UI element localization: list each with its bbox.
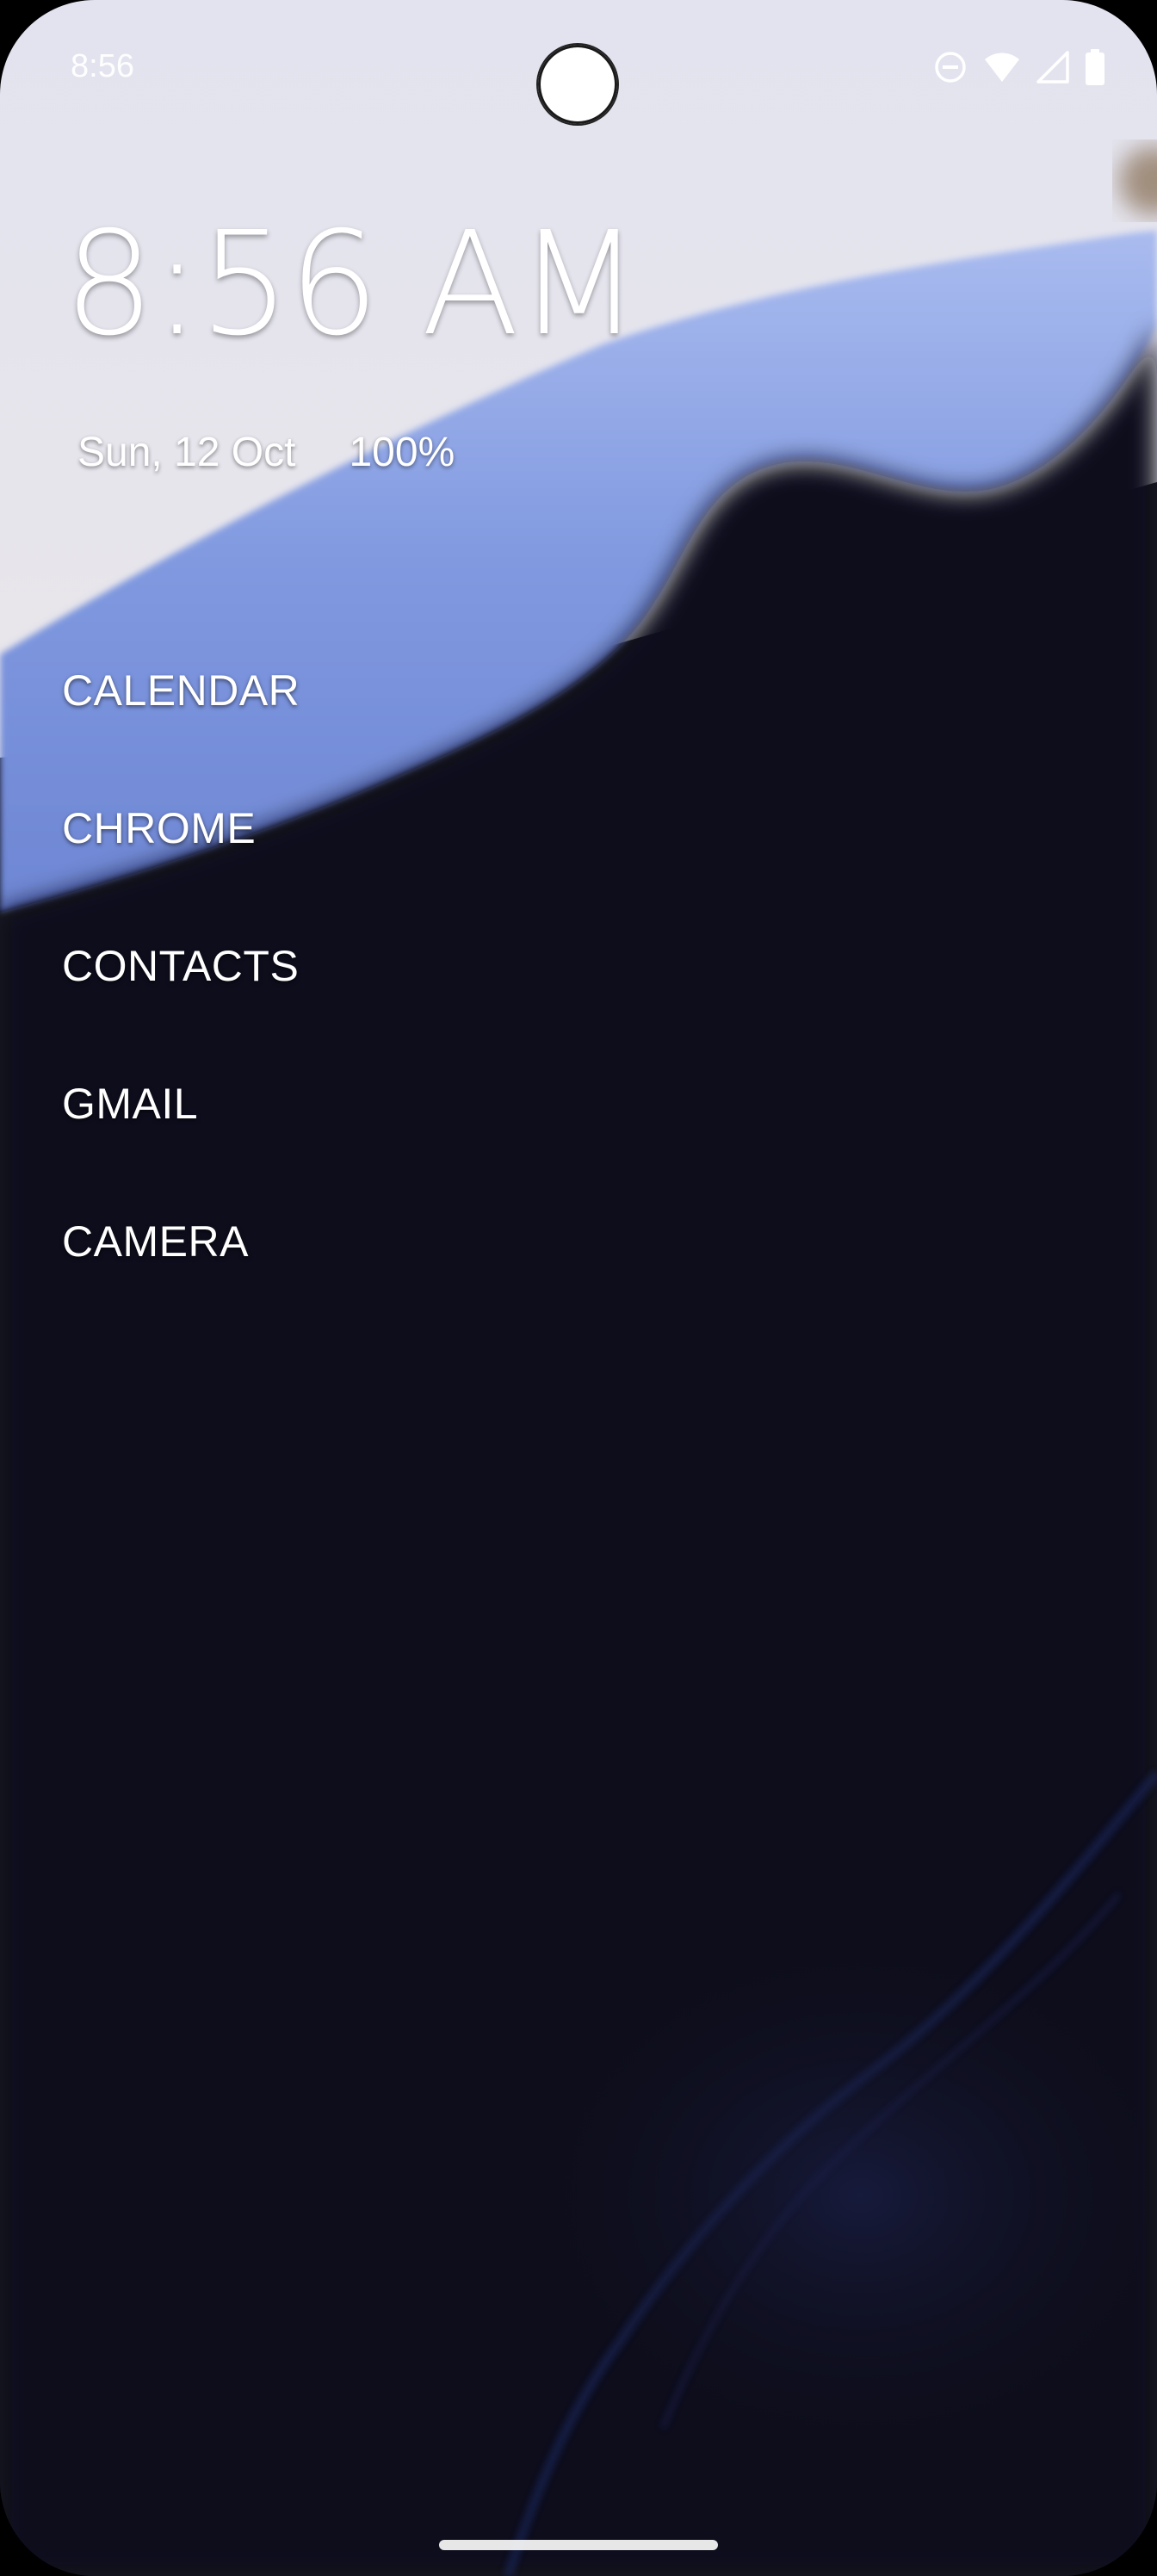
app-item-contacts[interactable]: CONTACTS (62, 937, 300, 1074)
app-item-calendar[interactable]: CALENDAR (62, 661, 300, 799)
battery-level-label: 100% (349, 430, 455, 475)
cellular-signal-icon (1036, 51, 1069, 84)
status-bar: 8:56 (0, 0, 1157, 138)
app-item-chrome[interactable]: CHROME (62, 799, 300, 937)
clock-widget[interactable]: 8:56 AM (64, 214, 640, 356)
battery-icon (1085, 49, 1105, 85)
app-list: CALENDAR CHROME CONTACTS GMAIL CAMERA (62, 661, 300, 1350)
do-not-disturb-icon (933, 50, 968, 84)
app-item-gmail[interactable]: GMAIL (62, 1074, 300, 1212)
front-camera-cutout (538, 45, 617, 124)
wifi-icon (983, 51, 1021, 84)
status-icons (933, 48, 1105, 86)
date-label[interactable]: Sun, 12 Oct (77, 429, 295, 476)
clock-time[interactable]: 8:56 AM (64, 214, 640, 356)
app-item-camera[interactable]: CAMERA (62, 1212, 300, 1350)
clock-info: Sun, 12 Oct 100% (77, 429, 455, 476)
gesture-navigation-handle[interactable] (439, 2540, 718, 2550)
status-time: 8:56 (71, 48, 134, 84)
home-screen: 8:56 8:56 AM Sun, 12 Oct 100% CALENDAR C… (0, 0, 1157, 2576)
